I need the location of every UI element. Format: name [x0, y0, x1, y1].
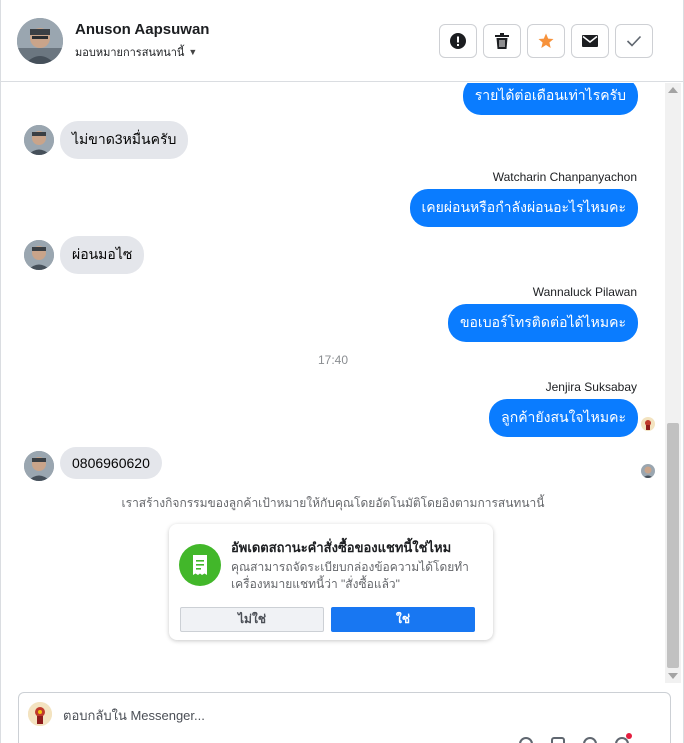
- alert-icon: [450, 33, 466, 49]
- scroll-down-arrow-icon[interactable]: [668, 673, 678, 679]
- assign-conversation-dropdown[interactable]: มอบหมายการสนทนานี้ ▼: [75, 43, 197, 61]
- yes-button[interactable]: ใช่: [331, 607, 475, 632]
- sender-name: Watcharin Chanpanyachon: [492, 170, 637, 184]
- page-avatar: [28, 702, 52, 726]
- attach-icon[interactable]: [519, 737, 533, 743]
- mark-done-button[interactable]: [615, 24, 653, 58]
- envelope-icon: [582, 35, 598, 47]
- outgoing-message[interactable]: รายได้ต่อเดือนเท่าไรครับ: [462, 83, 638, 115]
- no-button[interactable]: ไม่ใช่: [180, 607, 324, 632]
- scroll-up-arrow-icon[interactable]: [668, 87, 678, 93]
- contact-avatar-small: [24, 240, 54, 270]
- caret-down-icon: ▼: [188, 47, 198, 57]
- chat-scrollbar[interactable]: [665, 83, 681, 683]
- delete-button[interactable]: [483, 24, 521, 58]
- message-list[interactable]: รายได้ต่อเดือนเท่าไรครับ ไม่ขาด3หมื่นครั…: [1, 83, 665, 683]
- conversation-header: Anuson Aapsuwan มอบหมายการสนทนานี้ ▼: [1, 0, 683, 82]
- incoming-message[interactable]: ไม่ขาด3หมื่นครับ: [60, 121, 189, 159]
- assign-label: มอบหมายการสนทนานี้: [75, 47, 185, 59]
- trash-icon: [495, 33, 509, 49]
- contact-name[interactable]: Anuson Aapsuwan: [75, 21, 209, 38]
- check-icon: [626, 35, 642, 47]
- follow-up-button[interactable]: [527, 24, 565, 58]
- activity-notice: เราสร้างกิจกรรมของลูกค้าเป้าหมายให้กับคุ…: [121, 496, 545, 510]
- seen-avatar: [641, 464, 655, 478]
- contact-avatar-small: [24, 451, 54, 481]
- seen-avatar: [641, 417, 655, 431]
- message-timestamp: 17:40: [317, 353, 349, 367]
- saved-reply-icon[interactable]: [551, 737, 565, 743]
- contact-avatar[interactable]: [17, 18, 63, 64]
- conversation-panel: Anuson Aapsuwan มอบหมายการสนทนานี้ ▼ ราย…: [0, 0, 684, 743]
- outgoing-message[interactable]: ขอเบอร์โทรติดต่อได้ไหมคะ: [447, 304, 638, 342]
- outgoing-message[interactable]: ลูกค้ายังสนใจไหมคะ: [489, 399, 638, 437]
- star-icon: [538, 33, 554, 48]
- sender-name: Wannaluck Pilawan: [532, 285, 637, 299]
- spam-button[interactable]: [439, 24, 477, 58]
- incoming-message[interactable]: 0806960620: [60, 447, 162, 479]
- receipt-icon: [179, 544, 221, 586]
- card-body: คุณสามารถจัดระเบียบกล่องข้อความได้โดยทำเ…: [231, 560, 469, 591]
- emoji-icon[interactable]: [583, 737, 597, 743]
- scrollbar-thumb[interactable]: [667, 423, 679, 668]
- mark-unread-button[interactable]: [571, 24, 609, 58]
- contact-avatar-small: [24, 125, 54, 155]
- reply-input[interactable]: [63, 705, 623, 725]
- composer-tools: [519, 733, 632, 743]
- order-status-card: อัพเดตสถานะคำสั่งซื้อของแชทนี้ใช่ไหม คุณ…: [169, 524, 493, 640]
- sender-name: Jenjira Suksabay: [545, 380, 637, 394]
- reply-composer: [18, 692, 671, 743]
- header-actions: [439, 24, 653, 58]
- more-tools-icon[interactable]: [615, 733, 632, 743]
- incoming-message[interactable]: ผ่อนมอไซ: [60, 236, 145, 274]
- outgoing-message[interactable]: เคยผ่อนหรือกำลังผ่อนอะไรไหมคะ: [409, 189, 638, 227]
- card-title: อัพเดตสถานะคำสั่งซื้อของแชทนี้ใช่ไหม: [231, 540, 452, 555]
